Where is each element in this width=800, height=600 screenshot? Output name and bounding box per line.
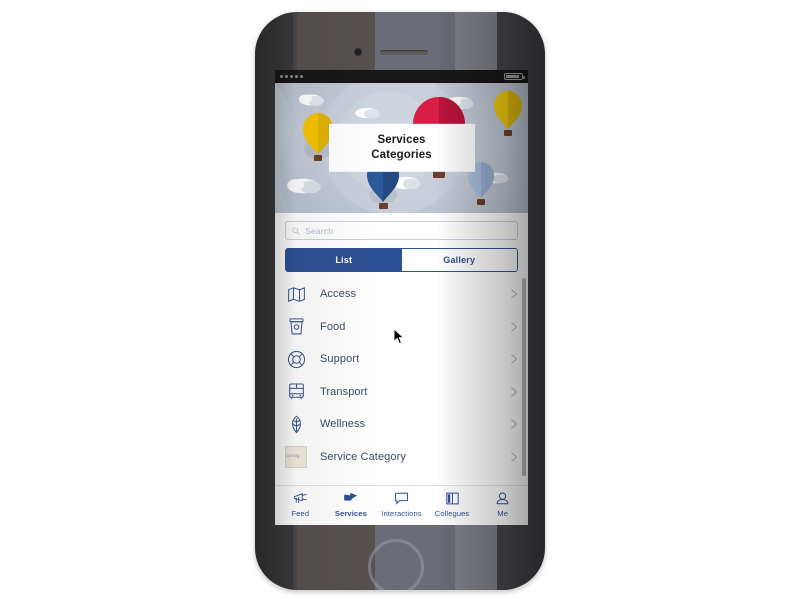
nav-item-label: Interactions <box>381 509 422 518</box>
nav-item-services[interactable]: Services <box>326 490 377 518</box>
image-placeholder-text: o coming <box>285 452 300 458</box>
list-item-transport[interactable]: Transport <box>275 376 528 409</box>
megaphone-icon <box>292 490 309 507</box>
hero-banner: Services Categories <box>275 83 528 213</box>
bottom-navigation-bar: Feed Services Interactions Collegues Me <box>275 485 528 525</box>
category-list: Access Food Support Transport Wellness c… <box>275 278 528 486</box>
nav-item-label: Feed <box>291 509 310 518</box>
chevron-right-icon <box>511 321 518 332</box>
list-item-label: Service Category <box>320 450 406 463</box>
nav-item-me[interactable]: Me <box>477 490 528 518</box>
columns-book-icon <box>444 490 461 507</box>
map-icon <box>285 283 307 305</box>
chevron-right-icon <box>511 419 518 430</box>
pointing-hand-icon <box>342 490 359 507</box>
nav-item-feed[interactable]: Feed <box>275 490 326 518</box>
list-scrollbar[interactable] <box>522 278 526 476</box>
tab-list[interactable]: List <box>286 249 402 271</box>
list-item-label: Food <box>320 320 346 333</box>
list-item-label: Access <box>320 288 357 301</box>
list-item-food[interactable]: Food <box>275 311 528 344</box>
home-button[interactable] <box>368 539 424 590</box>
bus-icon <box>285 381 307 403</box>
earpiece-speaker <box>380 50 428 55</box>
phone-screen: Services Categories Search List Gallery <box>275 70 528 525</box>
search-placeholder: Search <box>305 225 334 236</box>
list-item-wellness[interactable]: Wellness <box>275 408 528 441</box>
hero-title-card: Services Categories <box>328 123 475 173</box>
signal-strength-dots <box>280 75 303 78</box>
person-icon <box>494 490 511 507</box>
status-bar <box>275 70 528 83</box>
chevron-right-icon <box>511 386 518 397</box>
view-mode-tabs: List Gallery <box>285 248 518 272</box>
list-item-support[interactable]: Support <box>275 343 528 376</box>
phone-device-frame: Services Categories Search List Gallery <box>255 12 545 590</box>
tab-gallery[interactable]: Gallery <box>401 249 517 271</box>
hero-title-line2: Categories <box>371 149 432 161</box>
leaf-icon <box>285 413 307 435</box>
list-item-label: Wellness <box>320 418 366 431</box>
search-icon <box>292 227 300 235</box>
chevron-right-icon <box>511 451 518 462</box>
chevron-right-icon <box>511 354 518 365</box>
hero-title-line1: Services <box>377 133 426 146</box>
front-camera-icon <box>354 48 362 56</box>
life-ring-icon <box>285 348 307 370</box>
speech-bubble-icon <box>393 490 410 507</box>
screenshot-canvas: Services Categories Search List Gallery <box>0 0 800 600</box>
list-item-label: Transport <box>320 385 368 398</box>
list-item-label: Support <box>320 353 360 366</box>
nav-item-label: Collegues <box>434 509 470 518</box>
chevron-right-icon <box>511 289 518 300</box>
image-placeholder-icon: o coming <box>285 445 307 468</box>
nav-item-label: Services <box>334 509 367 518</box>
nav-item-interactions[interactable]: Interactions <box>376 490 427 518</box>
nav-item-collegues[interactable]: Collegues <box>427 490 478 518</box>
coffee-cup-icon <box>285 316 307 338</box>
battery-icon <box>504 73 525 80</box>
search-section: Search <box>275 213 528 240</box>
list-item-service-category[interactable]: o coming Service Category <box>275 441 528 474</box>
nav-item-label: Me <box>497 509 509 518</box>
search-input[interactable]: Search <box>285 221 518 240</box>
list-item-access[interactable]: Access <box>275 278 528 311</box>
